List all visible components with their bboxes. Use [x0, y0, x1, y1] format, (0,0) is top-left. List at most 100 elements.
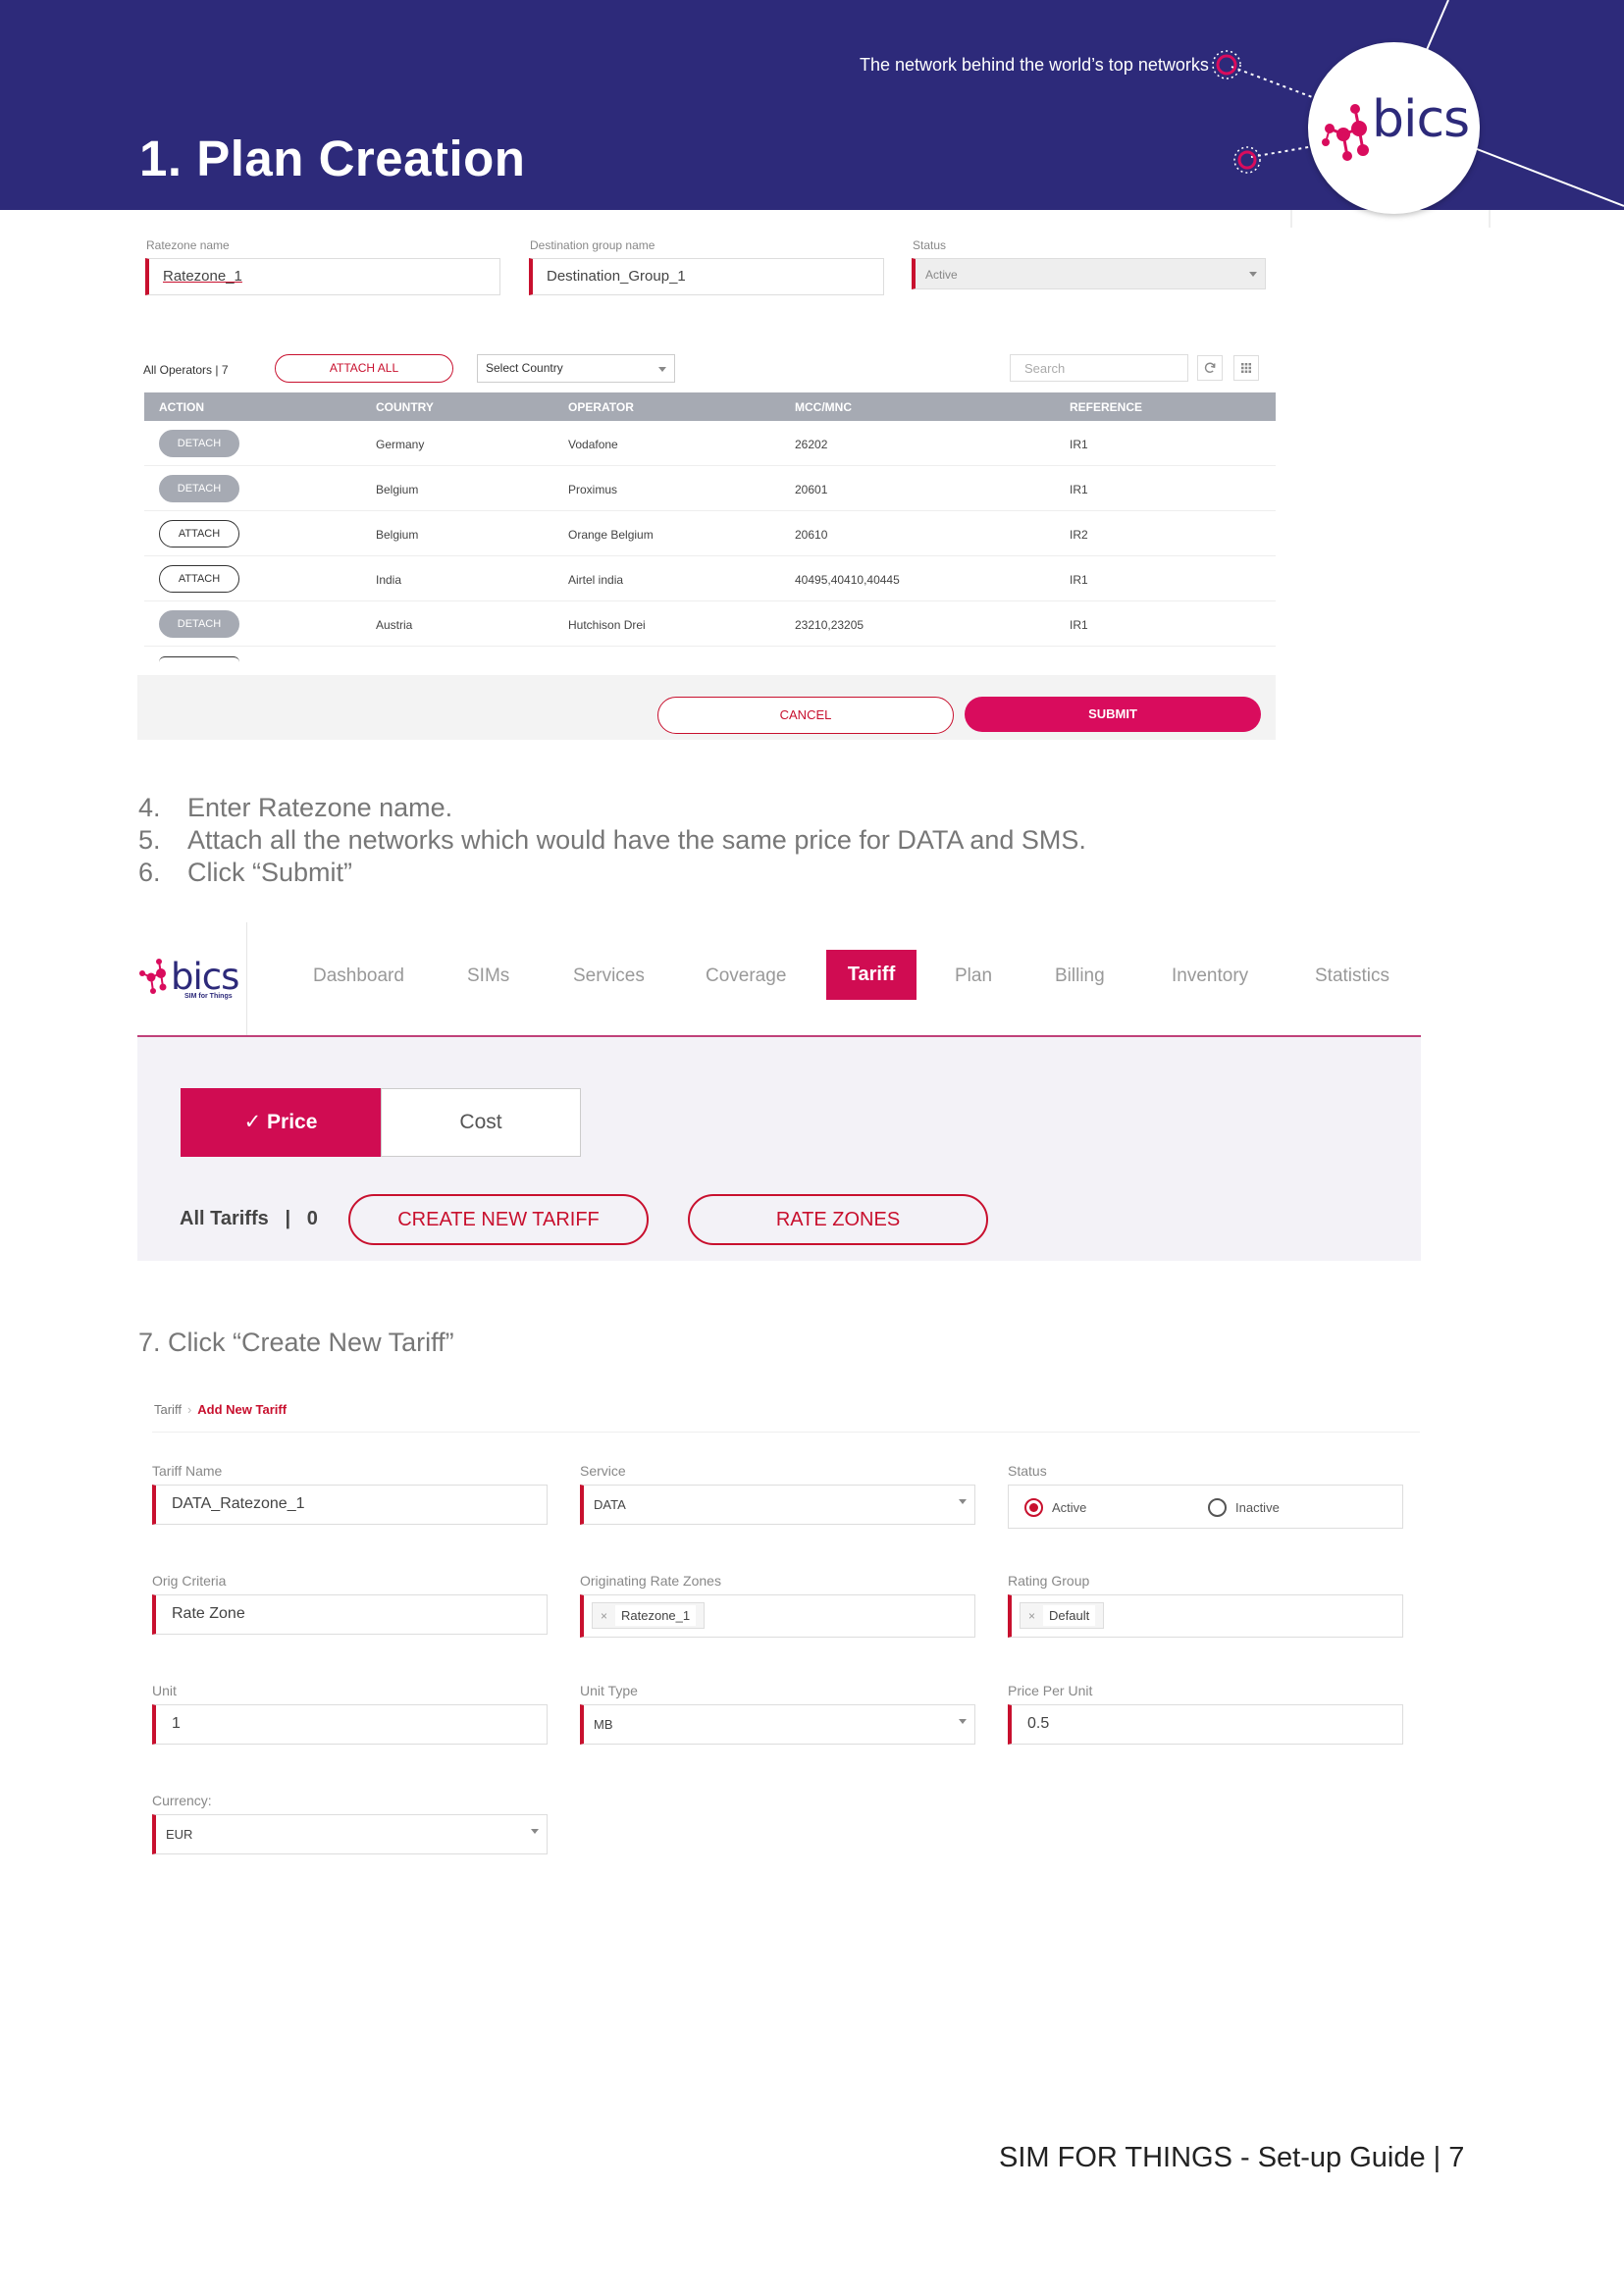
nav-item-plan[interactable]: Plan [955, 965, 992, 987]
row-operator: Orange Belgium [568, 528, 654, 542]
step-text: Attach all the networks which would have… [187, 825, 1086, 855]
price-per-unit-input[interactable]: 0.5 [1008, 1704, 1403, 1745]
table-row: DETACH Germany Vodafone 26202 IR1 [144, 421, 1276, 466]
bics-logo-subtitle: SIM for Things [184, 993, 233, 1000]
breadcrumb-root[interactable]: Tariff [154, 1402, 182, 1417]
nav-item-inventory[interactable]: Inventory [1172, 965, 1248, 987]
status-label: Status [1008, 1463, 1047, 1479]
orig-rate-zones-input[interactable]: × Ratezone_1 [580, 1594, 975, 1638]
nav-item-dashboard[interactable]: Dashboard [313, 965, 404, 987]
step-text: Enter Ratezone name. [187, 793, 453, 822]
attach-button[interactable]: ATTACH [159, 565, 239, 593]
chevron-down-icon [1249, 272, 1257, 277]
row-mccmnc: 26202 [795, 438, 828, 451]
unit-input[interactable]: 1 [152, 1704, 548, 1745]
nav-item-coverage[interactable]: Coverage [706, 965, 786, 987]
cost-tab[interactable]: Cost [381, 1088, 581, 1157]
attach-button[interactable]: ATTACH [159, 520, 239, 548]
ratezone-name-input[interactable]: Ratezone_1 [145, 258, 500, 295]
tariff-name-value: DATA_Ratezone_1 [172, 1495, 305, 1512]
status-inactive-label: Inactive [1235, 1500, 1280, 1515]
chevron-right-icon: › [186, 1402, 192, 1417]
service-select[interactable]: DATA [580, 1485, 975, 1525]
status-select[interactable]: Active [912, 258, 1266, 289]
destination-group-input[interactable]: Destination_Group_1 [529, 258, 884, 295]
refresh-icon [1204, 362, 1216, 373]
currency-value: EUR [166, 1827, 193, 1842]
table-row: ATTACH Belgium Orange Belgium 20610 IR2 [144, 511, 1276, 556]
step-7-text: 7. Click “Create New Tariff” [138, 1328, 454, 1357]
operators-table-header: ACTION COUNTRY OPERATOR MCC/MNC REFERENC… [144, 392, 1276, 421]
all-operators-text: All Operators [143, 363, 213, 377]
column-header-country: COUNTRY [376, 400, 434, 414]
all-tariffs-label: All Tariffs | 0 [180, 1208, 318, 1230]
status-radio-group: Active Inactive [1008, 1485, 1403, 1529]
destination-group-value: Destination_Group_1 [547, 268, 686, 285]
unit-label: Unit [152, 1683, 177, 1698]
row-reference: IR1 [1070, 483, 1088, 496]
service-label: Service [580, 1463, 626, 1479]
rating-group-input[interactable]: × Default [1008, 1594, 1403, 1638]
currency-select[interactable]: EUR [152, 1814, 548, 1854]
chevron-down-icon [531, 1829, 539, 1834]
remove-chip-icon[interactable]: × [1028, 1609, 1035, 1623]
destination-group-label: Destination group name [530, 238, 655, 252]
status-value: Active [925, 268, 958, 282]
submit-button[interactable]: SUBMIT [965, 697, 1261, 732]
row-mccmnc: 23210,23205 [795, 618, 864, 632]
select-country-dropdown[interactable]: Select Country [477, 354, 675, 383]
breadcrumb-divider [152, 1432, 1420, 1433]
ratezone-form-screenshot: Ratezone name Ratezone_1 Destination gro… [137, 226, 1276, 740]
detach-button[interactable]: DETACH [159, 610, 239, 638]
status-inactive-radio[interactable] [1208, 1498, 1227, 1517]
unit-type-select[interactable]: MB [580, 1704, 975, 1745]
orig-criteria-value: Rate Zone [172, 1605, 245, 1622]
nav-item-statistics[interactable]: Statistics [1315, 965, 1389, 987]
column-header-reference: REFERENCE [1070, 400, 1143, 414]
ratezone-name-value: Ratezone_1 [163, 268, 242, 285]
price-tab[interactable]: ✓ Price [181, 1088, 381, 1157]
select-country-text: Select Country [486, 361, 563, 375]
nav-item-services[interactable]: Services [573, 965, 645, 987]
column-header-action: ACTION [159, 400, 204, 414]
create-new-tariff-button[interactable]: CREATE NEW TARIFF [348, 1194, 649, 1245]
nav-item-billing[interactable]: Billing [1055, 965, 1105, 987]
bics-logo-text: bics [1372, 90, 1470, 149]
grid-icon [1241, 363, 1251, 373]
add-tariff-screenshot: Tariff › Add New Tariff Tariff Name DATA_R… [138, 1388, 1420, 1869]
nav-item-sims[interactable]: SIMs [467, 965, 509, 987]
tariff-name-label: Tariff Name [152, 1463, 223, 1479]
column-header-mccmnc: MCC/MNC [795, 400, 852, 414]
remove-chip-icon[interactable]: × [601, 1609, 607, 1623]
attach-all-button[interactable]: ATTACH ALL [275, 354, 453, 383]
search-input[interactable]: Search [1010, 354, 1188, 382]
nav-divider [246, 922, 247, 1035]
refresh-button[interactable] [1197, 355, 1223, 381]
step-number: 5. [138, 825, 161, 855]
row-country: Belgium [376, 528, 419, 542]
row-operator: Vodafone [568, 438, 618, 451]
rate-zones-button[interactable]: RATE ZONES [688, 1194, 988, 1245]
all-operators-count: 7 [221, 363, 229, 377]
unit-value: 1 [172, 1715, 181, 1732]
chevron-down-icon [959, 1499, 967, 1504]
detach-button[interactable]: DETACH [159, 475, 239, 502]
grid-view-button[interactable] [1233, 355, 1259, 381]
row-operator: Proximus [568, 483, 618, 496]
nav-item-tariff[interactable]: Tariff [826, 950, 917, 1000]
table-row: DETACH Belgium Proximus 20601 IR1 [144, 466, 1276, 511]
step-number: 4. [138, 793, 161, 822]
tariff-name-input[interactable]: DATA_Ratezone_1 [152, 1485, 548, 1525]
row-country: Belgium [376, 483, 419, 496]
tariff-page-screenshot: bics SIM for Things Dashboard SIMs Servi… [137, 922, 1421, 1261]
table-row: ATTACH India Airtel india 40495,40410,40… [144, 556, 1276, 601]
breadcrumb-current: Add New Tariff [197, 1402, 288, 1417]
orig-criteria-input[interactable]: Rate Zone [152, 1594, 548, 1635]
rate-zone-chip: × Ratezone_1 [592, 1602, 706, 1629]
rating-group-label: Rating Group [1008, 1573, 1090, 1589]
cancel-button[interactable]: CANCEL [657, 697, 954, 734]
detach-button[interactable]: DETACH [159, 430, 239, 457]
orig-criteria-label: Orig Criteria [152, 1573, 227, 1589]
status-active-radio[interactable] [1024, 1498, 1043, 1517]
all-tariffs-count: 0 [306, 1208, 318, 1229]
